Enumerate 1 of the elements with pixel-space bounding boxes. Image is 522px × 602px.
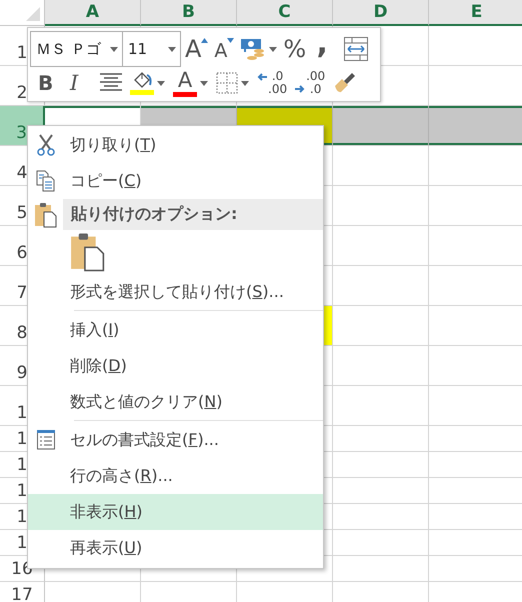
menu-header: 貼り付けのオプション: [63,199,323,230]
